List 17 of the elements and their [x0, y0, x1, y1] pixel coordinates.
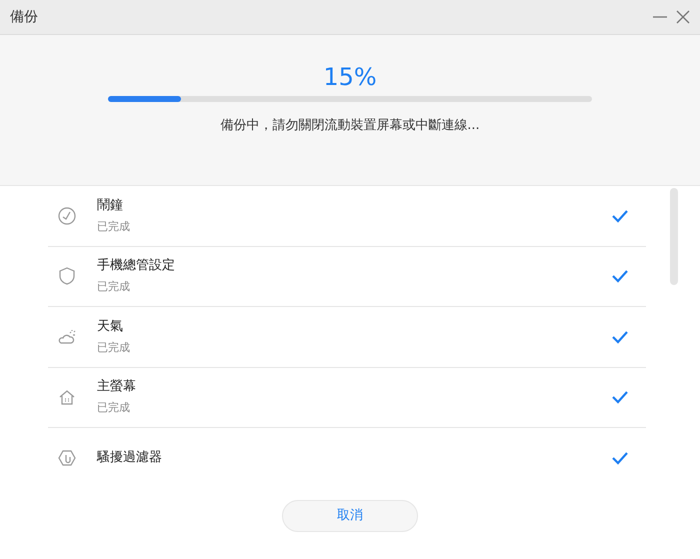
item-status: 已完成 [97, 218, 131, 235]
item-title: 鬧鐘 [97, 196, 124, 215]
status-message: 備份中，請勿關閉流動裝置屏幕或中斷連線... [219, 117, 481, 135]
item-status: 已完成 [97, 279, 131, 296]
shield-icon [57, 266, 77, 286]
hexagon-icon [57, 448, 77, 467]
cancel-button[interactable]: 取消 [282, 500, 418, 532]
window-title: 備份 [10, 8, 38, 26]
item-title: 騷擾過濾器 [97, 448, 163, 467]
item-title: 天氣 [97, 318, 124, 336]
close-icon[interactable] [676, 10, 690, 24]
item-title: 主螢幕 [97, 378, 137, 396]
scrollbar[interactable] [670, 188, 678, 285]
item-status: 已完成 [97, 340, 131, 356]
item-title: 手機總管設定 [97, 257, 176, 276]
progress-percent: 15% [322, 62, 378, 92]
item-status: 已完成 [97, 400, 131, 416]
